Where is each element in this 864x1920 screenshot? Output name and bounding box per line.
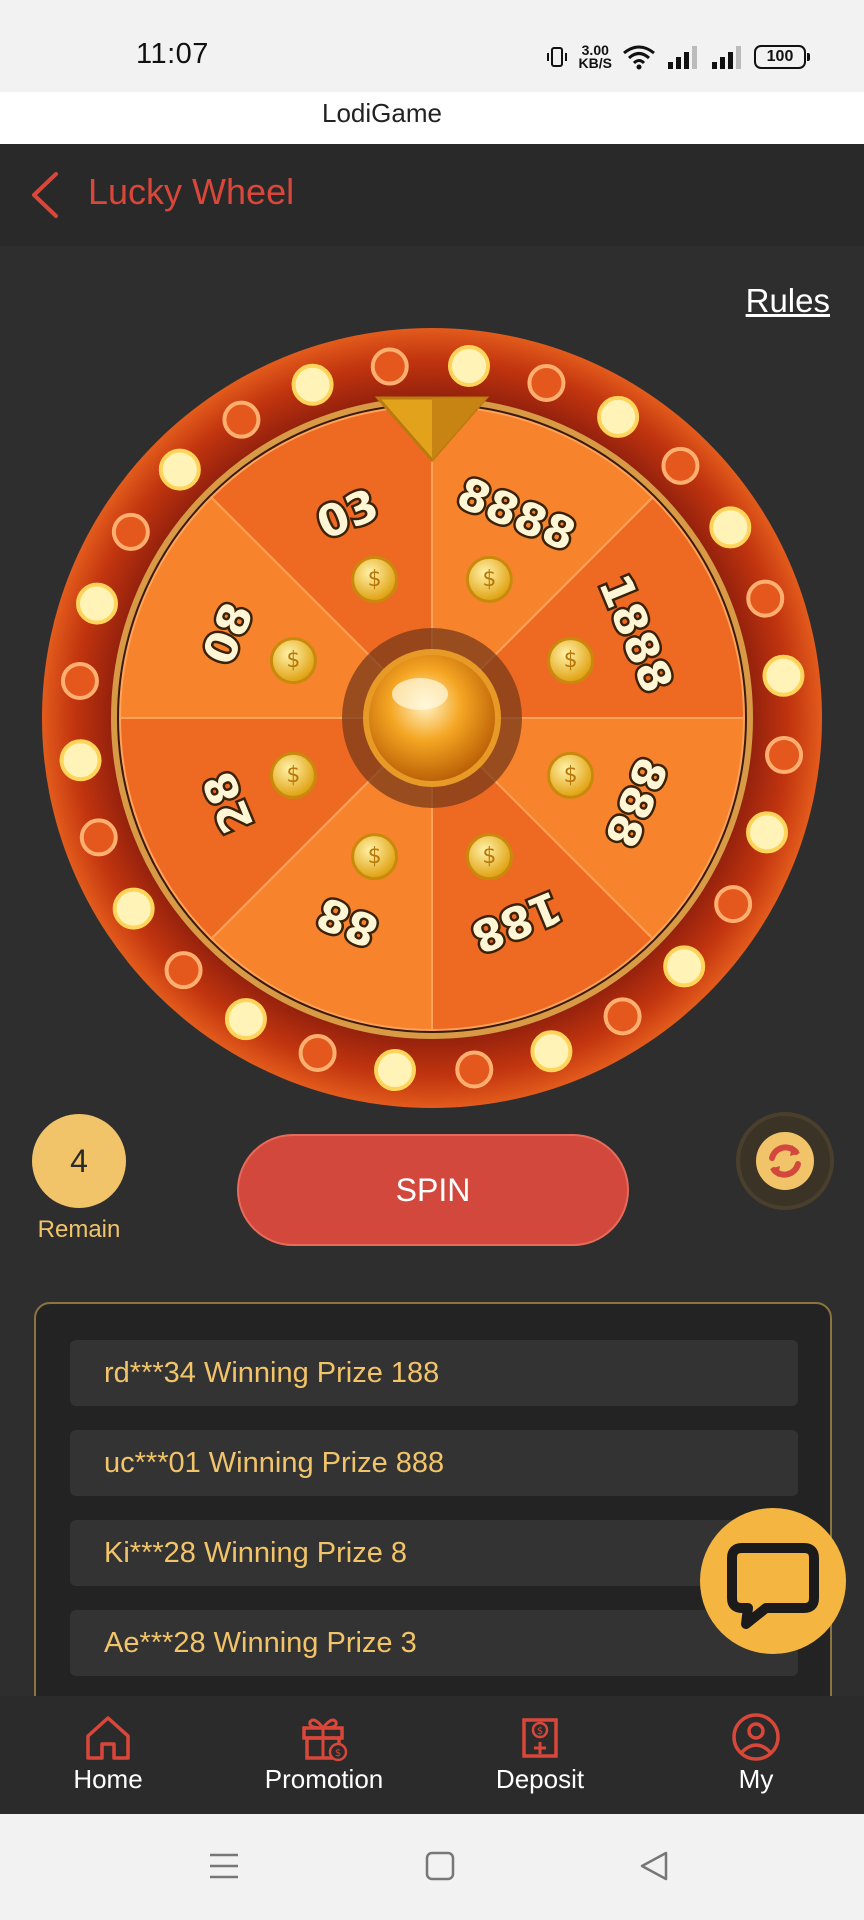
rim-bulb [164,951,203,990]
home-square-icon[interactable] [424,1850,456,1882]
rim-bulb [222,400,261,439]
system-nav-bar [0,1814,864,1920]
nav-label: Promotion [264,1764,384,1794]
battery-indicator: 100 [754,45,810,69]
refresh-icon [769,1144,801,1178]
spin-button[interactable]: SPIN [237,1134,629,1246]
nav-deposit[interactable]: $ Deposit [445,1712,635,1808]
rim-bulb [455,1050,494,1089]
coin-symbol: $ [482,567,496,592]
wifi-icon [623,45,655,70]
menu-icon[interactable] [208,1850,240,1882]
nav-home[interactable]: Home [13,1712,203,1808]
coin-symbol: $ [482,844,496,869]
nav-promotion[interactable]: $ Promotion [229,1712,419,1808]
nav-my[interactable]: My [661,1712,851,1808]
signal-icon [712,46,741,69]
back-arrow-icon[interactable] [26,170,66,220]
net-speed: 3.00 KB/S [578,42,612,71]
bottom-nav: Home $ Promotion $ Deposit My [0,1696,864,1814]
rim-bulb [746,579,785,618]
rim-bulb [298,1033,337,1072]
vibrate-icon [546,47,567,67]
rim-bulb [762,654,805,697]
coin-symbol: $ [368,567,382,592]
app-title-bar: LodiGame [0,92,864,144]
rules-link[interactable]: Rules [746,282,830,320]
rim-bulb [76,582,119,625]
winner-row: uc***01 Winning Prize 888 [70,1430,798,1496]
winner-row: Ki***28 Winning Prize 8 [70,1520,798,1586]
rim-bulb [527,364,566,403]
rim-bulb [60,661,99,700]
chat-bubble-icon [727,1543,819,1629]
nav-label: Home [73,1764,143,1794]
coin-symbol: $ [564,763,578,788]
page-title: Lucky Wheel [88,171,295,212]
rim-bulb [765,736,804,775]
rim-bulb [373,1049,416,1092]
refresh-button[interactable] [740,1116,830,1206]
main-content: Rules 8888 $ 1888 $ 888 $ 188 $ 88 $ 28 … [0,246,864,1722]
rim-bulb [597,395,640,438]
gift-icon: $ [302,1718,348,1762]
remain-indicator: 4 Remain [32,1114,126,1244]
rim-bulb [158,448,201,491]
status-bar: 11:07 3.00 KB/S 100 [0,0,864,92]
coin-symbol: $ [564,648,578,673]
rim-bulb [79,818,118,857]
deposit-icon: $ [522,1718,558,1758]
remain-label: Remain [37,1216,121,1243]
signal-icon [668,46,697,69]
coin-symbol: $ [368,844,382,869]
rim-bulb [530,1030,573,1073]
rim-bulb [291,363,334,406]
status-icons: 3.00 KB/S 100 [545,40,810,74]
user-icon [732,1713,780,1761]
status-time: 11:07 [136,38,209,70]
lucky-wheel[interactable]: 8888 $1888 $888 $188 $88 $28 $08 $03 $ [40,326,824,1110]
home-icon [86,1716,130,1760]
rim-bulb [709,506,752,549]
back-triangle-icon[interactable] [638,1850,670,1882]
rim-bulb [745,811,788,854]
svg-text:$: $ [335,1748,341,1759]
rim-bulb [663,945,706,988]
rim-bulb [603,997,642,1036]
wheel-graphic: 8888$ 1888$888$188$88$28 $08 $03$ [42,328,822,1108]
rim-bulb [661,446,700,485]
rim-bulb [448,344,491,387]
rim-bulb [112,887,155,930]
chat-support-button[interactable] [700,1508,846,1654]
remain-count: 4 [32,1114,126,1208]
rim-bulb [370,347,409,386]
nav-label: My [738,1764,774,1794]
rim-bulb [59,739,102,782]
page-header: Lucky Wheel [0,144,864,246]
nav-label: Deposit [495,1764,585,1794]
svg-text:$: $ [537,1726,543,1737]
rim-bulb [714,885,753,924]
winner-row: rd***34 Winning Prize 188 [70,1340,798,1406]
coin-symbol: $ [286,648,300,673]
rim-bulb [224,998,267,1041]
winner-row: Ae***28 Winning Prize 3 [70,1610,798,1676]
app-title: LodiGame [322,98,442,128]
rim-bulb [111,512,150,551]
coin-symbol: $ [286,763,300,788]
